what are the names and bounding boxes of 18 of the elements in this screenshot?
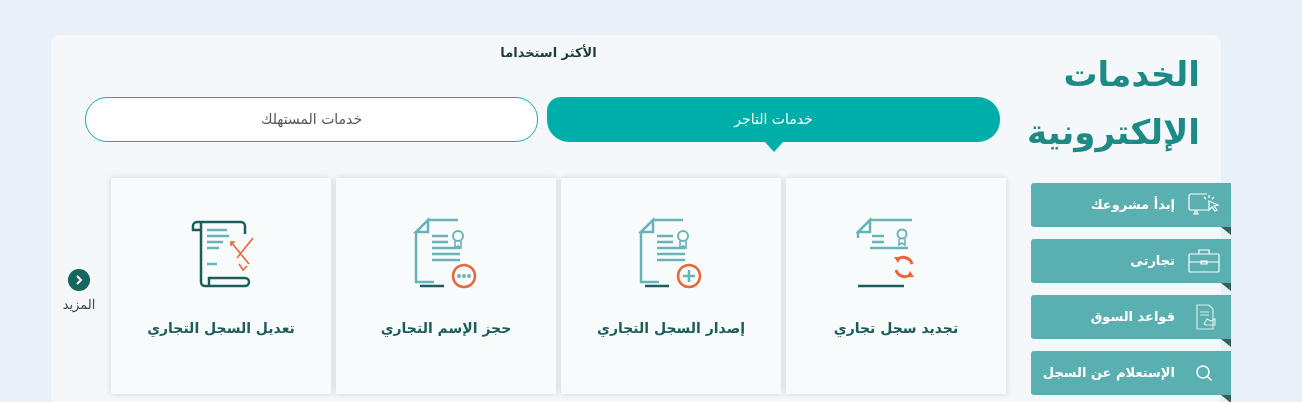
tab[interactable]: خدمات المستهلك [85,97,538,142]
chevron-icon [68,269,90,291]
service-title: حجز الإسم التجاري [380,319,512,339]
more-button[interactable]: المزيد [62,269,96,315]
service-title: تجديد سجل تجاري [833,319,959,339]
section-heading: الأكثر استخداما [500,43,597,62]
tab-pointer [764,142,783,152]
ribbon-fold [1221,395,1231,402]
service-card[interactable]: إصدار السجل التجاري [561,178,781,394]
service-title: تعديل السجل التجاري [147,319,295,339]
section-title: الخدمات [1062,53,1200,96]
briefcase-icon [1187,248,1221,274]
section-title: الإلكترونية [1031,111,1200,155]
service-card[interactable]: تعديل السجل التجاري [111,178,331,394]
service-card[interactable]: تجديد سجل تجاري [786,178,1006,394]
service-title: إصدار السجل التجاري [597,319,745,339]
monitor-cursor-icon [1187,192,1221,218]
service-card[interactable]: حجز الإسم التجاري [336,178,556,394]
